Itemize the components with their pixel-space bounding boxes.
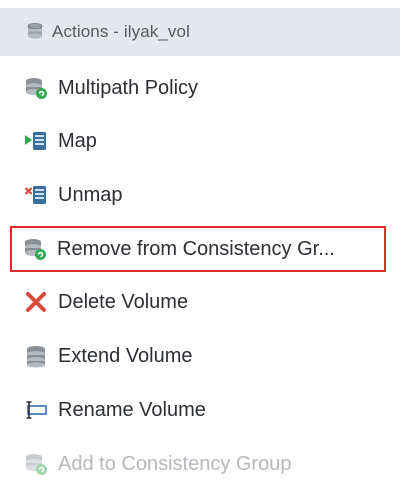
- menu-item-add-to-consistency-group[interactable]: Add to Consistency Group: [12, 444, 384, 483]
- menu-item-label: Map: [58, 129, 97, 152]
- menu-item-label: Rename Volume: [58, 398, 206, 421]
- consistency-group-icon: [23, 237, 47, 261]
- multipath-policy-icon: [24, 76, 48, 100]
- menu-item-unmap[interactable]: Unmap: [12, 175, 384, 215]
- menu-item-map[interactable]: Map: [12, 121, 384, 161]
- extend-volume-icon: [24, 344, 48, 368]
- menu-item-multipath-policy[interactable]: Multipath Policy: [12, 68, 384, 108]
- menu-item-extend-volume[interactable]: Extend Volume: [12, 336, 384, 376]
- menu-item-rename-volume[interactable]: Rename Volume: [12, 390, 384, 430]
- menu-item-label: Unmap: [58, 183, 123, 206]
- consistency-group-icon: [24, 452, 48, 476]
- menu-item-label: Extend Volume: [58, 344, 193, 367]
- volume-stack-icon: [26, 22, 44, 42]
- rename-icon: [24, 398, 48, 422]
- delete-x-icon: [24, 290, 48, 314]
- menu-item-remove-from-consistency-group[interactable]: Remove from Consistency Gr...: [10, 226, 386, 272]
- actions-menu: Actions - ilyak_vol Multipath Policy Map…: [0, 0, 400, 483]
- menu-item-label: Add to Consistency Group: [58, 452, 292, 475]
- menu-header: Actions - ilyak_vol: [0, 8, 400, 56]
- map-icon: [24, 129, 48, 153]
- menu-item-label: Multipath Policy: [58, 76, 199, 99]
- menu-item-label: Delete Volume: [58, 290, 189, 313]
- menu-item-label: Remove from Consistency Gr...: [57, 237, 335, 260]
- menu-item-delete-volume[interactable]: Delete Volume: [12, 282, 384, 322]
- menu-header-title: Actions - ilyak_vol: [52, 22, 190, 41]
- unmap-icon: [24, 183, 48, 207]
